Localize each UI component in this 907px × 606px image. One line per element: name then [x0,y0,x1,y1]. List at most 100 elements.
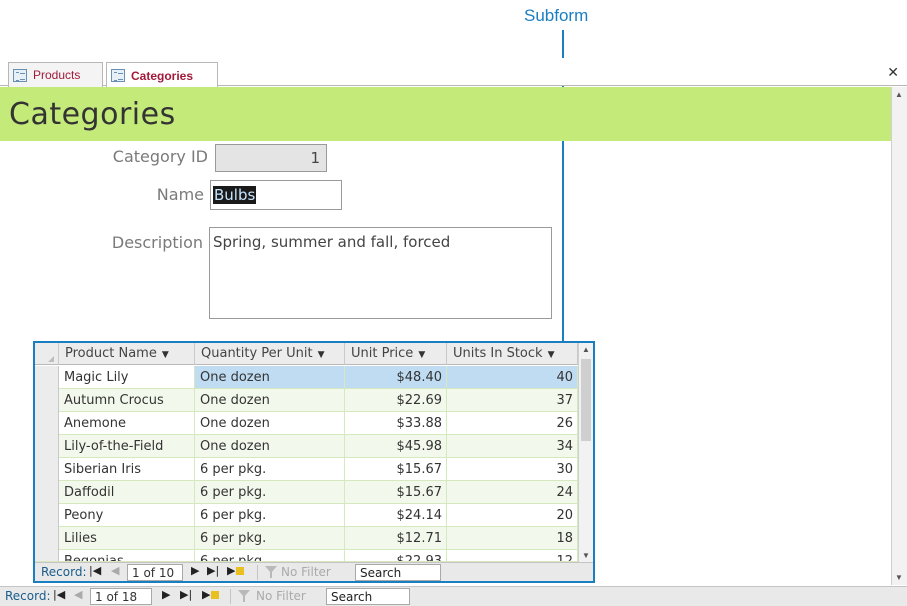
cell-units-in-stock[interactable]: 37 [447,389,578,411]
cell-unit-price[interactable]: $12.71 [345,527,447,549]
cell-units-in-stock[interactable]: 12 [447,550,578,561]
cell-units-in-stock[interactable]: 26 [447,412,578,434]
cell-product-name[interactable]: Siberian Iris [59,458,195,480]
column-header-product-name[interactable]: Product Name ▼ [59,343,195,365]
cell-units-in-stock[interactable]: 18 [447,527,578,549]
cell-product-name[interactable]: Lily-of-the-Field [59,435,195,457]
scroll-down-icon[interactable]: ▼ [895,573,903,582]
row-selector[interactable] [35,550,59,561]
filter-icon[interactable] [238,590,250,602]
close-icon[interactable]: ✕ [887,64,899,81]
cell-unit-price[interactable]: $22.93 [345,550,447,561]
cell-product-name[interactable]: Magic Lily [59,366,195,388]
row-selector[interactable] [35,481,59,504]
tab-categories[interactable]: Categories [106,62,218,88]
scroll-up-icon[interactable]: ▲ [582,345,590,354]
last-record-icon[interactable]: ▶| [207,564,219,577]
next-record-icon[interactable]: ▶ [191,564,199,577]
table-row[interactable]: Siberian Iris 6 per pkg. $15.67 30 [35,458,578,481]
dropdown-arrow-icon[interactable]: ▼ [418,350,425,360]
description-label: Description [111,233,203,252]
select-all-corner[interactable] [35,343,59,365]
cell-product-name[interactable]: Peony [59,504,195,526]
column-header-label: Unit Price [351,346,414,361]
cell-unit-price[interactable]: $15.67 [345,481,447,503]
cell-quantity[interactable]: One dozen [195,366,345,388]
previous-record-icon[interactable]: ◀ [74,588,82,601]
cell-unit-price[interactable]: $48.40 [345,366,447,388]
cell-product-name[interactable]: Anemone [59,412,195,434]
record-label: Record: [5,589,51,603]
first-record-icon[interactable]: |◀ [89,564,101,577]
cell-product-name[interactable]: Autumn Crocus [59,389,195,411]
new-record-icon[interactable]: ▶ [227,564,245,577]
current-record-field[interactable]: 1 of 10 [127,564,183,581]
next-record-icon[interactable]: ▶ [162,588,170,601]
subform-datasheet: Product Name ▼ Quantity Per Unit ▼ Unit Pr… [35,343,578,562]
cell-units-in-stock[interactable]: 34 [447,435,578,457]
cell-unit-price[interactable]: $45.98 [345,435,447,457]
column-header-unit-price[interactable]: Unit Price ▼ [345,343,447,365]
search-input[interactable]: Search [355,564,441,581]
table-row[interactable]: Peony 6 per pkg. $24.14 20 [35,504,578,527]
current-record-field[interactable]: 1 of 18 [90,588,152,605]
scroll-down-icon[interactable]: ▼ [582,551,590,560]
description-field[interactable]: Spring, summer and fall, forced [209,227,552,319]
cell-unit-price[interactable]: $24.14 [345,504,447,526]
scrollbar-thumb[interactable] [581,359,591,441]
filter-icon[interactable] [265,566,277,578]
table-row[interactable]: Lily-of-the-Field One dozen $45.98 34 [35,435,578,458]
first-record-icon[interactable]: |◀ [53,588,65,601]
row-selector[interactable] [35,366,59,389]
cell-units-in-stock[interactable]: 20 [447,504,578,526]
new-record-icon[interactable]: ▶ [202,588,220,601]
table-row[interactable]: Autumn Crocus One dozen $22.69 37 [35,389,578,412]
category-id-field[interactable]: 1 [215,144,327,172]
cell-product-name[interactable]: Lilies [59,527,195,549]
row-selector[interactable] [35,458,59,481]
row-selector[interactable] [35,412,59,435]
row-selector[interactable] [35,389,59,412]
cell-quantity[interactable]: 6 per pkg. [195,481,345,503]
search-input[interactable]: Search [326,588,410,605]
cell-units-in-stock[interactable]: 24 [447,481,578,503]
last-record-icon[interactable]: ▶| [180,588,192,601]
cell-product-name[interactable]: Begonias [59,550,195,561]
form-vertical-scrollbar[interactable]: ▲ ▼ [891,87,907,585]
cell-quantity[interactable]: 6 per pkg. [195,458,345,480]
row-selector[interactable] [35,504,59,527]
row-selector[interactable] [35,435,59,458]
cell-quantity[interactable]: 6 per pkg. [195,504,345,526]
table-row[interactable]: Magic Lily One dozen $48.40 40 [35,366,578,389]
cell-unit-price[interactable]: $33.88 [345,412,447,434]
cell-unit-price[interactable]: $22.69 [345,389,447,411]
cell-units-in-stock[interactable]: 40 [447,366,578,388]
subform-vertical-scrollbar[interactable]: ▲ ▼ [578,343,593,562]
cell-units-in-stock[interactable]: 30 [447,458,578,480]
table-row[interactable]: Lilies 6 per pkg. $12.71 18 [35,527,578,550]
scroll-up-icon[interactable]: ▲ [895,90,903,99]
table-row[interactable]: Daffodil 6 per pkg. $15.67 24 [35,481,578,504]
cell-quantity[interactable]: One dozen [195,435,345,457]
cell-product-name[interactable]: Daffodil [59,481,195,503]
products-subform[interactable]: Product Name ▼ Quantity Per Unit ▼ Unit Pr… [33,341,595,583]
dropdown-arrow-icon[interactable]: ▼ [318,350,325,360]
cell-quantity[interactable]: 6 per pkg. [195,550,345,561]
cell-unit-price[interactable]: $15.67 [345,458,447,480]
name-field[interactable]: Bulbs [210,180,342,210]
previous-record-icon[interactable]: ◀ [111,564,119,577]
no-filter-button[interactable]: No Filter [256,589,306,603]
cell-quantity[interactable]: One dozen [195,389,345,411]
row-selector[interactable] [35,527,59,550]
dropdown-arrow-icon[interactable]: ▼ [162,350,169,360]
tab-products[interactable]: Products [8,62,103,87]
cell-quantity[interactable]: 6 per pkg. [195,527,345,549]
column-header-units-in-stock[interactable]: Units In Stock ▼ [447,343,578,365]
column-header-quantity-per-unit[interactable]: Quantity Per Unit ▼ [195,343,345,365]
table-row[interactable]: Anemone One dozen $33.88 26 [35,412,578,435]
table-row[interactable]: Begonias 6 per pkg. $22.93 12 [35,550,578,562]
cell-quantity[interactable]: One dozen [195,412,345,434]
no-filter-button[interactable]: No Filter [281,565,331,579]
divider [230,589,231,604]
dropdown-arrow-icon[interactable]: ▼ [548,350,555,360]
